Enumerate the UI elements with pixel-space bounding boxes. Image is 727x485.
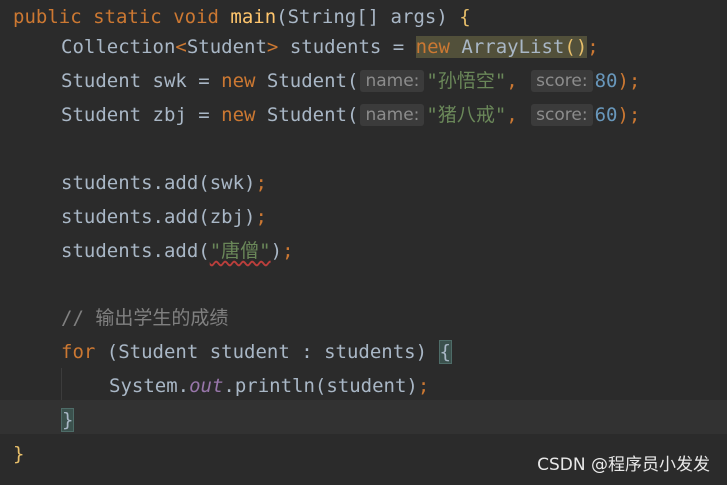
error-squiggle[interactable]: "唐僧" [210, 240, 271, 262]
code-line-6[interactable]: students.add(swk); [61, 166, 267, 200]
matched-brace: } [61, 408, 75, 432]
current-line-highlight [0, 400, 727, 434]
indent-guide [61, 368, 62, 400]
code-line-4[interactable]: Student zbj = new Student(name: "猪八戒", sc… [61, 98, 640, 132]
code-line-2[interactable]: Collection<Student> students = new Array… [61, 30, 599, 64]
code-line-13[interactable]: } [61, 403, 75, 437]
code-line-3[interactable]: Student swk = new Student(name: "孙悟空", sc… [61, 64, 640, 98]
code-line-11[interactable]: for (Student student : students) { [61, 335, 452, 369]
code-line-14[interactable]: } [13, 437, 24, 471]
code-line-7[interactable]: students.add(zbj); [61, 200, 267, 234]
code-line-8[interactable]: students.add("唐僧"); [61, 234, 294, 268]
matched-brace: { [438, 340, 452, 364]
param-hint-name: name: [360, 70, 425, 92]
param-hint-score: score: [531, 70, 593, 92]
code-line-10[interactable]: // 输出学生的成绩 [61, 301, 228, 335]
param-hint-name: name: [360, 104, 425, 126]
comment: // 输出学生的成绩 [61, 307, 229, 329]
code-editor[interactable]: public static void main(String[] args) {… [0, 0, 727, 485]
code-line-1[interactable]: public static void main(String[] args) { [13, 0, 471, 34]
param-hint-score: score: [531, 104, 593, 126]
watermark: CSDN @程序员小发发 [537, 455, 710, 475]
code-line-12[interactable]: System.out.println(student); [109, 369, 429, 403]
